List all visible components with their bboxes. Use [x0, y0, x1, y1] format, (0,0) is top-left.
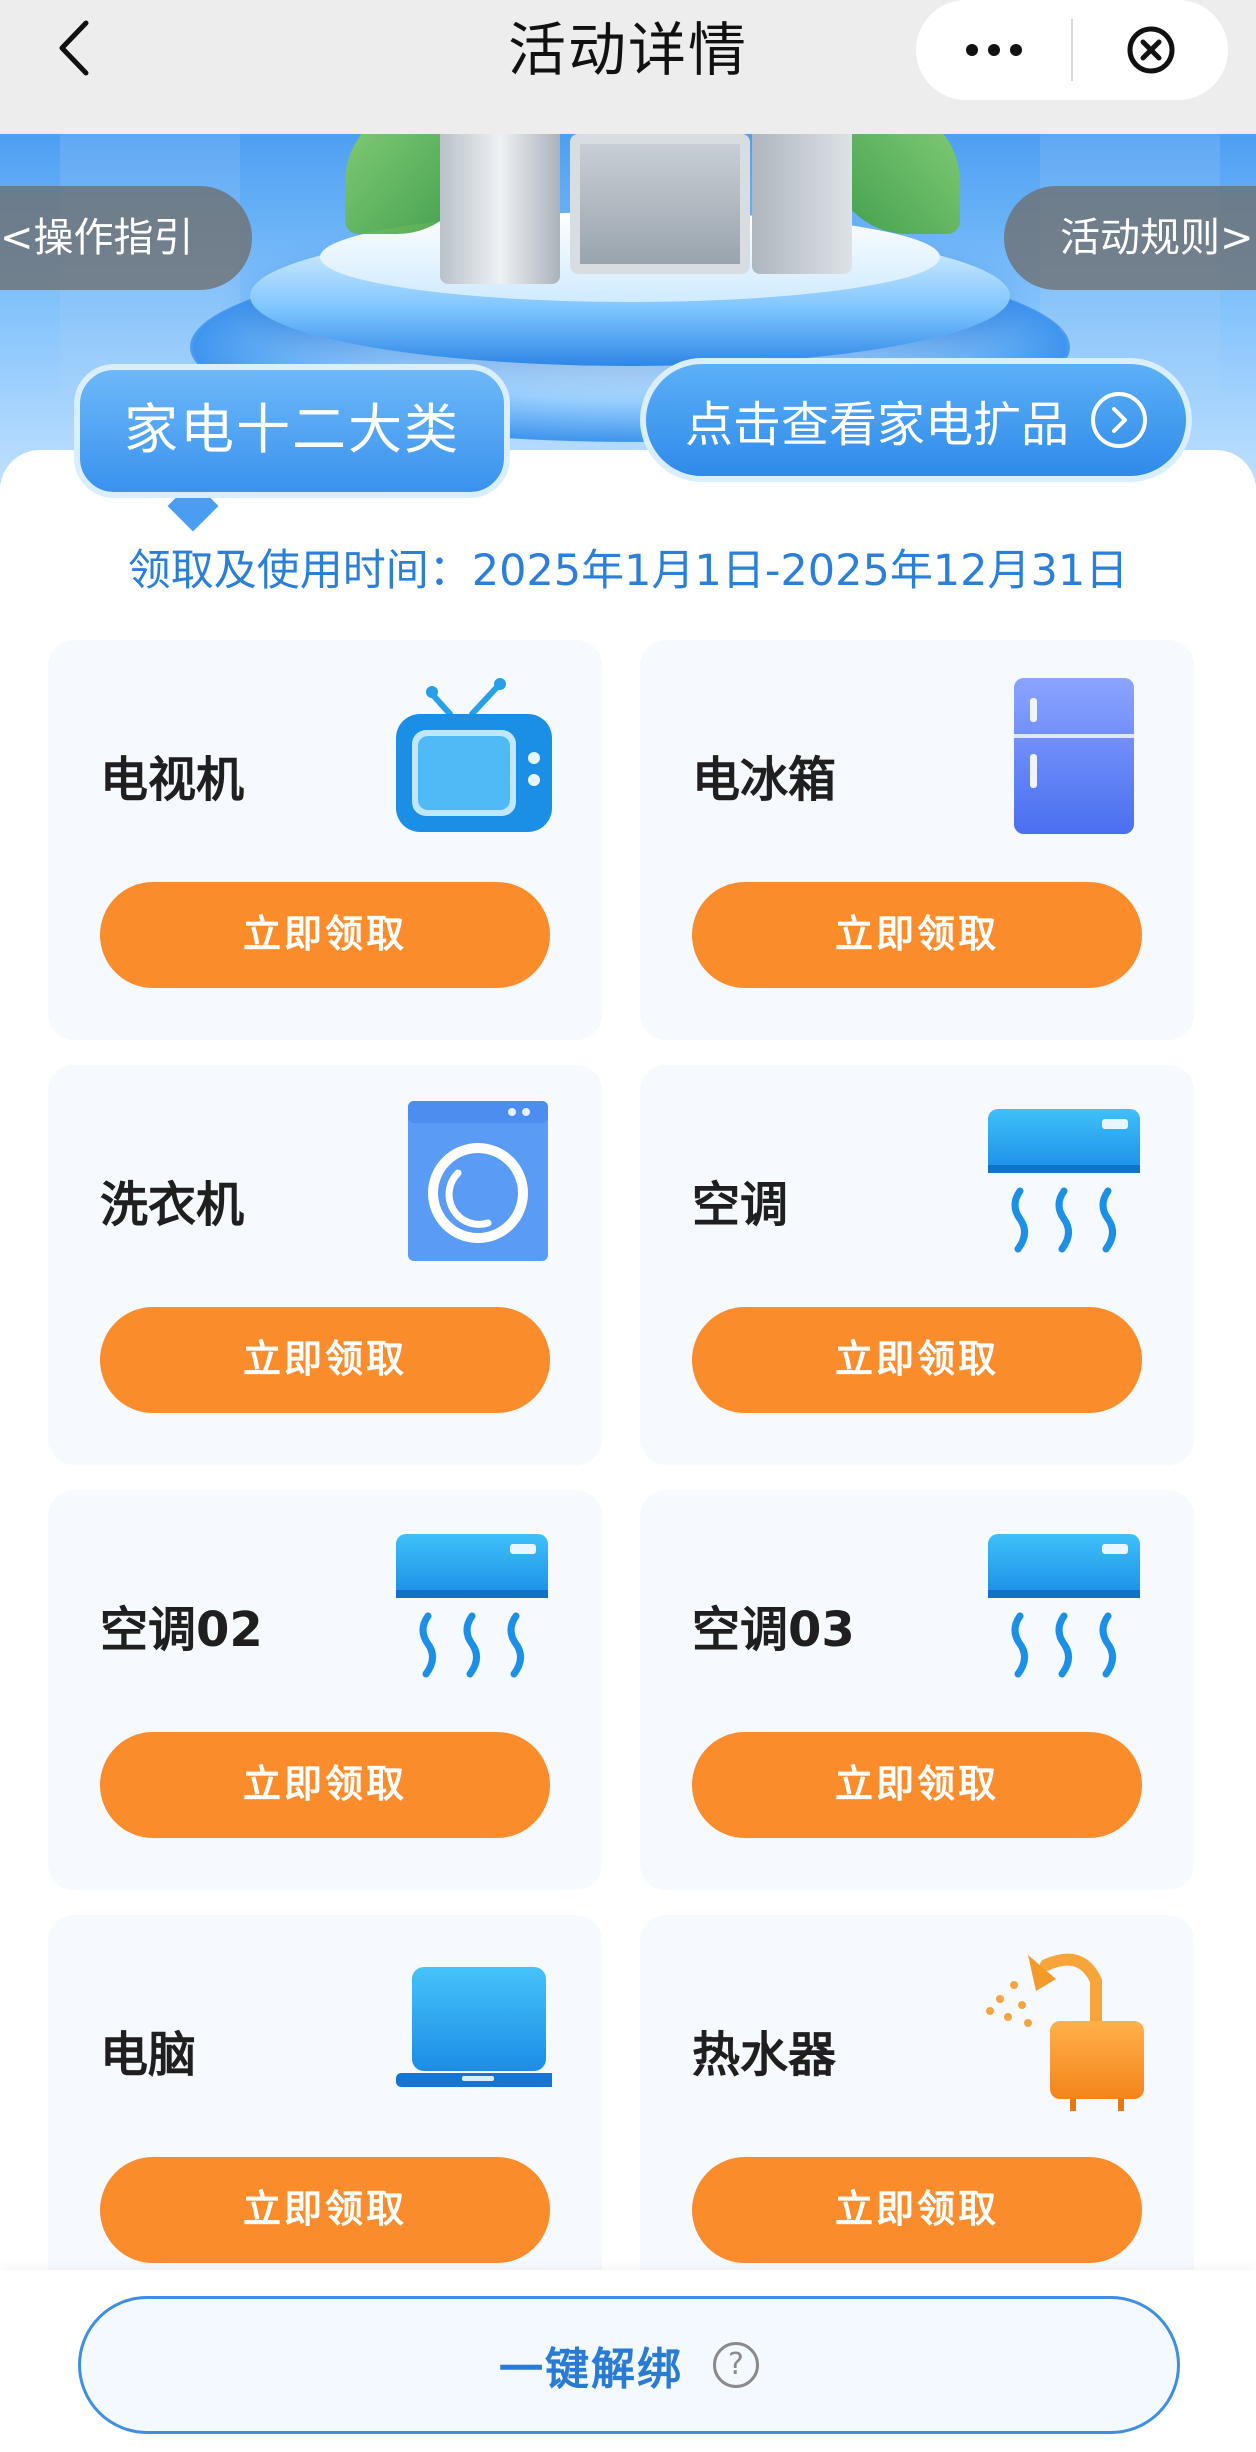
appliance-name: 电冰箱	[692, 752, 837, 808]
claim-button[interactable]: 立即领取	[692, 2157, 1142, 2263]
one-click-unbind-button[interactable]: 一键解绑 ?	[78, 2296, 1180, 2434]
washing-machine-icon	[408, 1101, 548, 1261]
appliance-card-ac-02: 空调02 立即领取	[48, 1490, 602, 1890]
close-circle-icon	[1127, 26, 1174, 74]
claim-button[interactable]: 立即领取	[100, 882, 550, 988]
question-circle-icon[interactable]: ?	[713, 2342, 759, 2388]
appliance-card-ac: 空调 立即领取	[640, 1065, 1194, 1465]
category-tag: 家电十二大类	[74, 364, 510, 498]
claim-button[interactable]: 立即领取	[692, 882, 1142, 988]
view-expanded-appliances-button[interactable]: 点击查看家电扩品	[640, 358, 1192, 482]
air-conditioner-icon	[396, 1534, 548, 1678]
washer-image	[752, 134, 852, 274]
chevron-right-circle-icon	[1091, 392, 1147, 448]
more-button[interactable]	[916, 0, 1071, 100]
appliance-card-ac-03: 空调03 立即领取	[640, 1490, 1194, 1890]
usage-period-text: 领取及使用时间：2025年1月1日-2025年12月31日	[127, 546, 1129, 596]
appliance-name: 空调	[692, 1177, 789, 1233]
unbind-label: 一键解绑	[499, 2344, 683, 2395]
oven-image	[570, 134, 750, 274]
claim-button[interactable]: 立即领取	[692, 1732, 1142, 1838]
air-conditioner-icon	[988, 1109, 1140, 1253]
fridge-image	[440, 134, 560, 284]
close-button[interactable]	[1073, 0, 1228, 100]
mini-program-capsule	[916, 0, 1228, 100]
claim-button[interactable]: 立即领取	[100, 2157, 550, 2263]
laptop-icon	[396, 1967, 552, 2087]
fridge-icon	[1014, 678, 1134, 834]
claim-button[interactable]: 立即领取	[100, 1732, 550, 1838]
appliance-name: 空调02	[100, 1602, 263, 1658]
appliance-name: 电视机	[100, 752, 245, 808]
water-heater-icon	[986, 1953, 1144, 2111]
activity-rules-button[interactable]: 活动规则>	[1004, 186, 1256, 290]
appliance-name: 空调03	[692, 1602, 855, 1658]
claim-button[interactable]: 立即领取	[100, 1307, 550, 1413]
expand-label: 点击查看家电扩品	[684, 397, 1069, 453]
nav-bar: 活动详情	[0, 0, 1256, 134]
appliance-card-fridge: 电冰箱 立即领取	[640, 640, 1194, 1040]
appliance-card-laptop: 电脑 立即领取	[48, 1915, 602, 2315]
claim-button[interactable]: 立即领取	[692, 1307, 1142, 1413]
bottom-bar: 一键解绑 ?	[0, 2270, 1256, 2452]
appliance-card-washer: 洗衣机 立即领取	[48, 1065, 602, 1465]
appliance-name: 电脑	[100, 2027, 197, 2083]
appliance-card-water-heater: 热水器 立即领取	[640, 1915, 1194, 2315]
appliance-name: 洗衣机	[100, 1177, 245, 1233]
air-conditioner-icon	[988, 1534, 1140, 1678]
more-dots-icon	[965, 44, 1022, 56]
appliance-name: 热水器	[692, 2027, 837, 2083]
operation-guide-button[interactable]: <操作指引	[0, 186, 252, 290]
tv-icon	[396, 678, 552, 832]
appliance-card-tv: 电视机 立即领取	[48, 640, 602, 1040]
